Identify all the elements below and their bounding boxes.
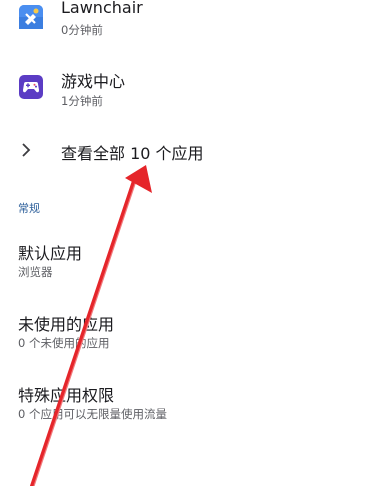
- app-item-lawnchair[interactable]: Lawnchair 0分钟前: [0, 0, 382, 44]
- settings-item-title: 默认应用: [18, 244, 83, 263]
- see-all-apps-button[interactable]: 查看全部 10 个应用: [0, 130, 382, 172]
- settings-item-unused-apps[interactable]: 未使用的应用 0 个未使用的应用: [0, 303, 382, 355]
- app-name: Lawnchair: [61, 0, 143, 17]
- settings-item-subtitle: 浏览器: [18, 265, 53, 279]
- app-last-used: 1分钟前: [61, 94, 103, 108]
- see-all-apps-label: 查看全部 10 个应用: [61, 144, 204, 163]
- settings-item-default-apps[interactable]: 默认应用 浏览器: [0, 232, 382, 284]
- settings-item-title: 未使用的应用: [18, 315, 115, 334]
- settings-item-special-access[interactable]: 特殊应用权限 0 个应用可以无限量使用流量: [0, 374, 382, 426]
- app-last-used: 0分钟前: [61, 23, 103, 37]
- chevron-right-icon: [22, 143, 31, 157]
- app-name: 游戏中心: [61, 72, 126, 91]
- settings-item-subtitle: 0 个应用可以无限量使用流量: [18, 407, 167, 421]
- settings-item-title: 特殊应用权限: [18, 386, 115, 405]
- app-item-game-center[interactable]: 游戏中心 1分钟前: [0, 60, 382, 112]
- lawnchair-icon: [19, 5, 43, 29]
- settings-item-subtitle: 0 个未使用的应用: [18, 336, 110, 350]
- gamepad-icon: [19, 75, 43, 99]
- section-header-general: 常规: [18, 202, 40, 215]
